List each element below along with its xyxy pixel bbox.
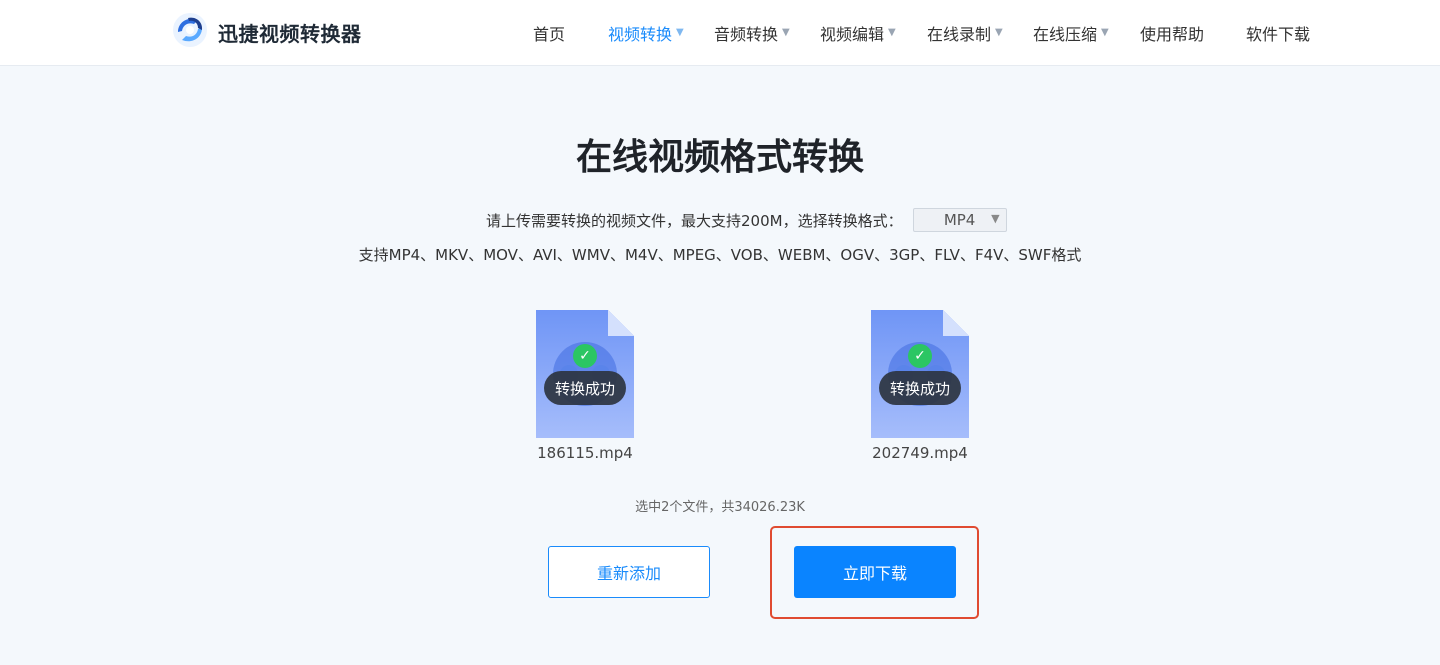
nav-label: 在线录制 [927, 24, 992, 44]
nav-online-record[interactable]: 在线录制 ▼ [927, 0, 1003, 65]
nav-label: 视频编辑 [820, 24, 885, 44]
nav-label: 首页 [533, 24, 566, 44]
download-now-button[interactable]: 立即下载 [794, 546, 956, 598]
file-name: 186115.mp4 [537, 444, 633, 462]
nav-label: 软件下载 [1246, 24, 1311, 44]
brand-logo[interactable]: 迅捷视频转换器 [172, 12, 362, 52]
video-file-icon: ✓ 转换成功 [536, 310, 634, 438]
file-card[interactable]: ✓ 转换成功 202749.mp4 [855, 310, 985, 462]
nav-label: 使用帮助 [1140, 24, 1205, 44]
caret-down-icon: ▼ [888, 27, 896, 38]
caret-down-icon: ▼ [676, 27, 684, 38]
page-title: 在线视频格式转换 [575, 137, 864, 178]
nav-audio-convert[interactable]: 音频转换 ▼ [714, 0, 790, 65]
file-name: 202749.mp4 [872, 444, 968, 462]
re-add-button[interactable]: 重新添加 [548, 546, 710, 598]
nav-home[interactable]: 首页 [533, 0, 565, 65]
nav-online-compress[interactable]: 在线压缩 ▼ [1033, 0, 1109, 65]
check-circle-icon: ✓ [573, 344, 597, 368]
format-select[interactable]: MP4 ▼ [912, 208, 1007, 232]
nav-label: 在线压缩 [1033, 24, 1098, 44]
selection-summary: 选中2个文件，共34026.23K [635, 500, 805, 515]
caret-down-icon: ▼ [1101, 27, 1109, 38]
nav-video-edit[interactable]: 视频编辑 ▼ [820, 0, 896, 65]
supported-formats-text: 支持MP4、MKV、MOV、AVI、WMV、M4V、MPEG、VOB、WEBM、… [358, 246, 1082, 264]
check-circle-icon: ✓ [908, 344, 932, 368]
caret-down-icon: ▼ [991, 212, 1000, 225]
brand-name: 迅捷视频转换器 [218, 21, 362, 46]
nav-label: 视频转换 [608, 24, 673, 44]
file-card[interactable]: ✓ 转换成功 186115.mp4 [520, 310, 650, 462]
video-file-icon: ✓ 转换成功 [871, 310, 969, 438]
upload-hint-row: 请上传需要转换的视频文件，最大支持200M，选择转换格式： MP4 ▼ [486, 208, 1007, 232]
convert-success-badge: 转换成功 [879, 371, 961, 405]
nav-label: 音频转换 [714, 24, 779, 44]
caret-down-icon: ▼ [995, 27, 1003, 38]
nav-download-software[interactable]: 软件下载 [1246, 0, 1310, 65]
top-header: 迅捷视频转换器 首页 视频转换 ▼ 音频转换 ▼ 视频编辑 ▼ 在线录制 ▼ 在… [0, 0, 1440, 66]
nav-video-convert[interactable]: 视频转换 ▼ [608, 0, 684, 65]
upload-hint-text: 请上传需要转换的视频文件，最大支持200M，选择转换格式： [486, 211, 903, 230]
caret-down-icon: ▼ [782, 27, 790, 38]
format-select-value: MP4 [943, 211, 976, 229]
swirl-logo-icon [172, 12, 208, 52]
convert-success-badge: 转换成功 [544, 371, 626, 405]
nav-help[interactable]: 使用帮助 [1140, 0, 1204, 65]
